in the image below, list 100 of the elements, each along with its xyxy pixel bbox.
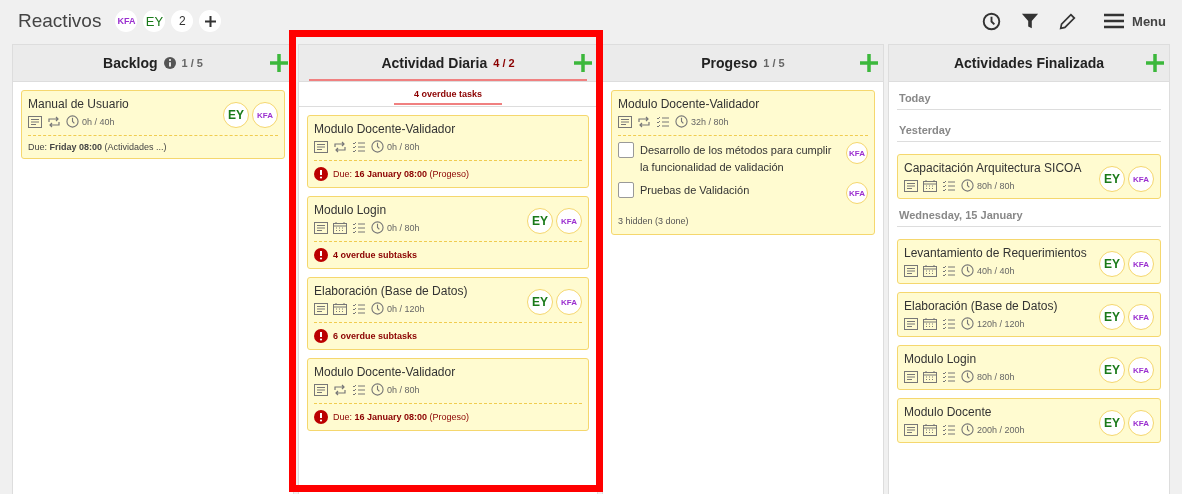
avatar[interactable]: KFA xyxy=(846,142,868,164)
hours-text: 0h / 80h xyxy=(387,384,420,395)
clock-icon xyxy=(675,115,688,128)
avatar[interactable]: EY xyxy=(1099,410,1125,436)
avatar[interactable]: KFA xyxy=(1128,166,1154,192)
history-icon[interactable] xyxy=(982,11,1002,31)
avatar[interactable]: KFA xyxy=(846,182,868,204)
hours-text: 40h / 40h xyxy=(977,265,1015,276)
task-card[interactable]: Elaboración (Base de Datos) 120h / 120h EY KFA xyxy=(897,292,1161,337)
description-icon xyxy=(618,115,632,128)
avatar[interactable]: KFA xyxy=(1128,410,1154,436)
checkbox[interactable] xyxy=(618,182,634,198)
checklist-icon xyxy=(656,115,670,128)
avatar[interactable]: KFA xyxy=(1128,251,1154,277)
task-card[interactable]: Modulo Docente-Validador 0h / 80h Due: 16 January 08:00 (Progeso) xyxy=(307,358,589,431)
card-title: Elaboración (Base de Datos) xyxy=(904,299,1059,313)
add-icon[interactable] xyxy=(573,53,593,73)
repeat-icon xyxy=(637,115,651,128)
column-title: Progeso xyxy=(701,55,758,71)
repeat-icon xyxy=(333,140,347,153)
card-title: Elaboración (Base de Datos) xyxy=(314,284,469,298)
description-icon xyxy=(314,221,328,234)
hidden-note: 3 hidden (3 done) xyxy=(618,216,689,226)
avatar[interactable]: EY xyxy=(527,208,553,234)
checklist-icon xyxy=(352,383,366,396)
description-icon xyxy=(314,302,328,315)
avatar[interactable]: KFA xyxy=(252,102,278,128)
group-heading: Yesterday xyxy=(897,122,1161,142)
member-avatar[interactable]: EY xyxy=(143,10,166,32)
add-icon[interactable] xyxy=(1145,53,1165,73)
description-icon xyxy=(28,115,42,128)
checklist-icon xyxy=(352,302,366,315)
card-title: Modulo Login xyxy=(314,203,388,217)
clock-icon xyxy=(961,179,974,192)
calendar-icon xyxy=(923,370,937,383)
menu-button[interactable]: Menu xyxy=(1104,13,1166,29)
card-title: Modulo Docente xyxy=(904,405,993,419)
calendar-icon xyxy=(923,317,937,330)
task-card[interactable]: Elaboración (Base de Datos) 0h / 120h EY KFA 6 overdue subtasks xyxy=(307,277,589,350)
checklist-icon xyxy=(942,423,956,436)
hours-text: 120h / 120h xyxy=(977,318,1025,329)
avatar[interactable]: KFA xyxy=(1128,357,1154,383)
board-title: Reactivos xyxy=(18,10,102,32)
column-title: Actividad Diaria xyxy=(381,55,488,71)
hours-text: 0h / 40h xyxy=(82,116,115,127)
task-card[interactable]: Modulo Docente-Validador 32h / 80h Desarrollo de los métodos para cumplir la funcionalidad de validación KFA Pruebas de Validación KFA 3 hidden (3 done) xyxy=(611,90,875,235)
description-icon xyxy=(904,179,918,192)
calendar-icon xyxy=(923,264,937,277)
avatar[interactable]: KFA xyxy=(1128,304,1154,330)
due-text: 4 overdue subtasks xyxy=(333,250,418,260)
calendar-icon xyxy=(333,302,347,315)
clock-icon xyxy=(961,317,974,330)
add-icon[interactable] xyxy=(859,53,879,73)
card-title: Modulo Docente-Validador xyxy=(314,365,457,379)
hours-text: 200h / 200h xyxy=(977,424,1025,435)
avatar[interactable]: KFA xyxy=(556,208,582,234)
clock-icon xyxy=(961,423,974,436)
member-count[interactable]: 2 xyxy=(171,10,194,32)
hours-text: 32h / 80h xyxy=(691,116,729,127)
group-heading: Wednesday, 15 January xyxy=(897,207,1161,227)
add-icon[interactable] xyxy=(269,53,289,73)
repeat-icon xyxy=(333,383,347,396)
description-icon xyxy=(904,423,918,436)
task-card[interactable]: Modulo Docente-Validador 0h / 80h Due: 16 January 08:00 (Progeso) xyxy=(307,115,589,188)
task-card[interactable]: Levantamiento de Requerimientos 40h / 40h EY KFA xyxy=(897,239,1161,284)
checklist-icon xyxy=(942,179,956,192)
avatar[interactable]: EY xyxy=(1099,251,1125,277)
description-icon xyxy=(314,140,328,153)
description-icon xyxy=(904,317,918,330)
column-title: Actividades Finalizada xyxy=(953,55,1105,71)
wip-count: 1 / 5 xyxy=(181,57,203,69)
avatar[interactable]: EY xyxy=(1099,304,1125,330)
filter-icon[interactable] xyxy=(1021,12,1040,30)
checkbox[interactable] xyxy=(618,142,634,158)
avatar[interactable]: KFA xyxy=(556,289,582,315)
member-avatar[interactable]: KFA xyxy=(115,10,138,32)
task-card[interactable]: Modulo Login 80h / 80h EY KFA xyxy=(897,345,1161,390)
task-card[interactable]: Modulo Docente 200h / 200h EY KFA xyxy=(897,398,1161,443)
task-card[interactable]: Modulo Login 0h / 80h EY KFA 4 overdue subtasks xyxy=(307,196,589,269)
wip-count: 1 / 5 xyxy=(763,57,785,69)
group-heading: Today xyxy=(897,90,1161,110)
checklist-icon xyxy=(942,264,956,277)
calendar-icon xyxy=(923,423,937,436)
avatar[interactable]: EY xyxy=(527,289,553,315)
avatar[interactable]: EY xyxy=(1099,166,1125,192)
subtask-text: Desarrollo de los métodos para cumplir la funcionalidad de validación xyxy=(640,143,833,175)
checklist-icon xyxy=(942,370,956,383)
task-card[interactable]: Capacitación Arquitectura SICOA 80h / 80h EY KFA xyxy=(897,154,1161,199)
add-member-button[interactable] xyxy=(199,10,222,32)
description-icon xyxy=(314,383,328,396)
info-icon[interactable] xyxy=(163,57,176,69)
avatar[interactable]: EY xyxy=(223,102,249,128)
checklist-icon xyxy=(942,317,956,330)
hours-text: 0h / 80h xyxy=(387,141,420,152)
task-card[interactable]: Manual de Usuario 0h / 40h EY KFA Due: Friday 08:00 (Actividades ...) xyxy=(21,90,285,159)
edit-icon[interactable] xyxy=(1059,12,1077,30)
clock-icon xyxy=(961,370,974,383)
avatar[interactable]: EY xyxy=(1099,357,1125,383)
repeat-icon xyxy=(47,115,61,128)
clock-icon xyxy=(371,221,384,234)
